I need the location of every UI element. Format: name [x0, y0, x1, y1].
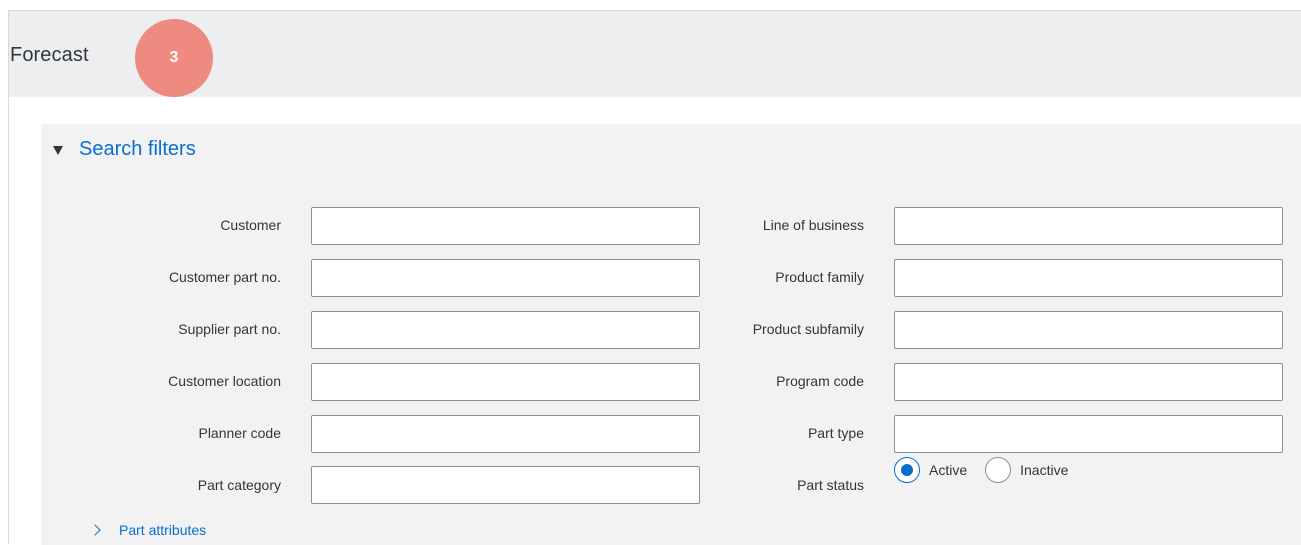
- product-subfamily-input[interactable]: [894, 311, 1283, 349]
- page-title: Forecast: [10, 44, 89, 66]
- part-attributes-label: Part attributes: [119, 522, 207, 538]
- part-type-label: Part type: [807, 425, 864, 441]
- planner-code-label: Planner code: [198, 425, 281, 441]
- part-attributes-toggle[interactable]: Part attributes: [89, 522, 207, 538]
- program-code-label: Program code: [776, 373, 864, 389]
- search-filters-panel: Search filters Customer Customer part no…: [41, 124, 1301, 545]
- supplier-part-no-label: Supplier part no.: [178, 321, 281, 337]
- line-of-business-input[interactable]: [894, 207, 1283, 245]
- inactive-label: Inactive: [1020, 462, 1069, 478]
- active-label: Active: [929, 462, 968, 478]
- part-status-radio-group: Active Inactive: [894, 457, 1086, 483]
- customer-part-no-label: Customer part no.: [168, 269, 281, 285]
- product-family-label: Product family: [775, 269, 864, 285]
- search-filters-title: Search filters: [79, 138, 196, 160]
- customer-location-label: Customer location: [168, 373, 281, 389]
- step-badge: 3: [135, 19, 213, 97]
- part-status-label: Part status: [797, 477, 864, 493]
- part-type-input[interactable]: [894, 415, 1283, 453]
- search-filters-toggle[interactable]: Search filters: [53, 138, 196, 161]
- radio-selected-icon: [894, 457, 920, 483]
- forecast-page: Forecast 3 Search filters Customer Custo…: [8, 10, 1301, 545]
- product-subfamily-label: Product subfamily: [752, 321, 864, 337]
- line-of-business-label: Line of business: [762, 217, 864, 233]
- page-header: Forecast 3: [9, 11, 1301, 97]
- collapse-triangle-icon: [53, 146, 63, 155]
- product-family-input[interactable]: [894, 259, 1283, 297]
- program-code-input[interactable]: [894, 363, 1283, 401]
- part-status-active-radio[interactable]: Active: [894, 457, 967, 483]
- customer-label: Customer: [220, 217, 281, 233]
- part-category-label: Part category: [197, 477, 281, 493]
- radio-unselected-icon: [985, 457, 1012, 483]
- part-status-inactive-radio[interactable]: Inactive: [985, 457, 1068, 483]
- chevron-right-icon: [89, 524, 101, 536]
